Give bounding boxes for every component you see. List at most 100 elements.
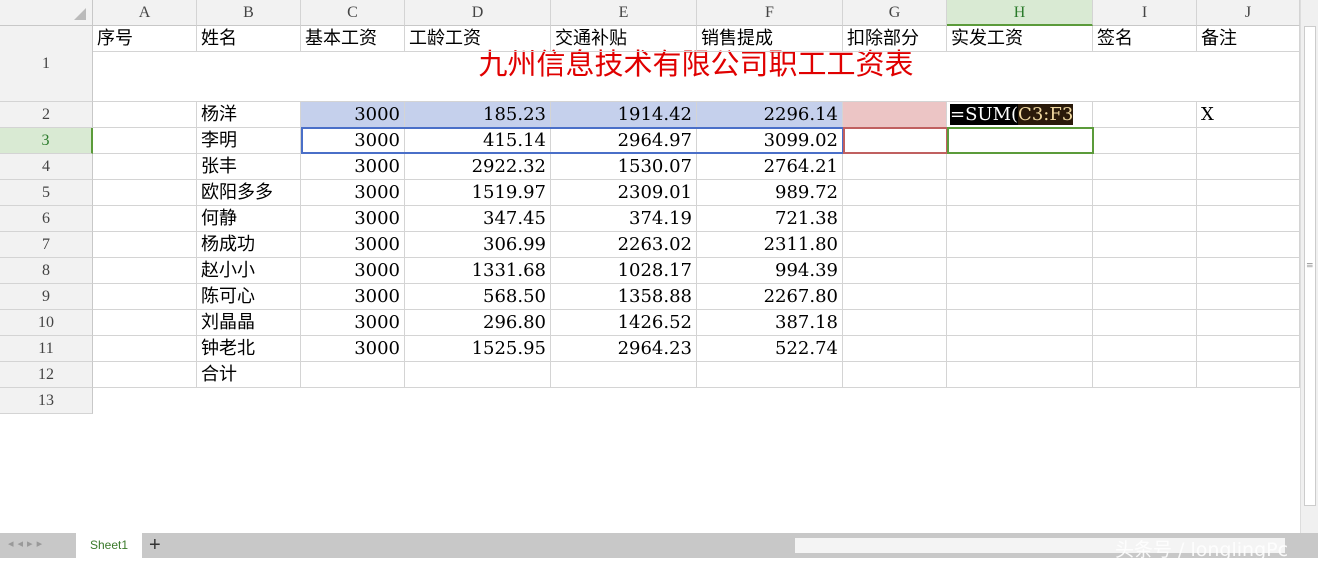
- scroll-thumb[interactable]: ≡: [1304, 26, 1316, 506]
- sheet-nav-arrows-icon[interactable]: ◂◂▸▸: [8, 537, 46, 550]
- column-header-g[interactable]: G: [843, 0, 947, 26]
- cell[interactable]: 1530.07: [551, 154, 697, 180]
- cell[interactable]: [843, 102, 947, 128]
- cell[interactable]: 1914.42: [551, 102, 697, 128]
- cell[interactable]: [1093, 284, 1197, 310]
- header-cell[interactable]: 序号: [93, 26, 197, 52]
- cell[interactable]: [1093, 258, 1197, 284]
- row-header-6[interactable]: 6: [0, 206, 93, 232]
- cell[interactable]: 2964.23: [551, 336, 697, 362]
- column-header-h[interactable]: H: [947, 0, 1093, 26]
- cell[interactable]: [93, 206, 197, 232]
- cell[interactable]: [93, 232, 197, 258]
- column-header-b[interactable]: B: [197, 0, 301, 26]
- header-cell[interactable]: 工龄工资: [405, 26, 551, 52]
- cell[interactable]: [1093, 232, 1197, 258]
- column-header-e[interactable]: E: [551, 0, 697, 26]
- cell[interactable]: 989.72: [697, 180, 843, 206]
- row-header-11[interactable]: 11: [0, 336, 93, 362]
- cell[interactable]: [843, 180, 947, 206]
- row-header-10[interactable]: 10: [0, 310, 93, 336]
- row-header-3[interactable]: 3: [0, 128, 93, 154]
- cell[interactable]: 3000: [301, 154, 405, 180]
- cell[interactable]: [1093, 102, 1197, 128]
- cell[interactable]: [1197, 154, 1300, 180]
- cell[interactable]: 欧阳多多: [197, 180, 301, 206]
- cell[interactable]: 3000: [301, 258, 405, 284]
- cell[interactable]: [93, 102, 197, 128]
- cell[interactable]: [551, 362, 697, 388]
- row-header-4[interactable]: 4: [0, 154, 93, 180]
- cell[interactable]: 2922.32: [405, 154, 551, 180]
- cell[interactable]: 张丰: [197, 154, 301, 180]
- cell[interactable]: 杨成功: [197, 232, 301, 258]
- cell[interactable]: 3000: [301, 336, 405, 362]
- cell[interactable]: 刘晶晶: [197, 310, 301, 336]
- cell[interactable]: [1197, 284, 1300, 310]
- column-header-d[interactable]: D: [405, 0, 551, 26]
- cell[interactable]: [1197, 310, 1300, 336]
- cell[interactable]: [93, 128, 197, 154]
- cell[interactable]: 1519.97: [405, 180, 551, 206]
- cell[interactable]: 杨洋: [197, 102, 301, 128]
- row-header-9[interactable]: 9: [0, 284, 93, 310]
- cell[interactable]: [843, 284, 947, 310]
- total-label[interactable]: 合计: [197, 362, 301, 388]
- cell[interactable]: 3000: [301, 180, 405, 206]
- column-header-a[interactable]: A: [93, 0, 197, 26]
- header-cell[interactable]: 实发工资: [947, 26, 1093, 52]
- cell[interactable]: 3000: [301, 102, 405, 128]
- cell[interactable]: 721.38: [697, 206, 843, 232]
- cell[interactable]: 钟老北: [197, 336, 301, 362]
- cell[interactable]: 522.74: [697, 336, 843, 362]
- cell[interactable]: [843, 310, 947, 336]
- cell[interactable]: 何静: [197, 206, 301, 232]
- cell[interactable]: 赵小小: [197, 258, 301, 284]
- cell[interactable]: 2267.80: [697, 284, 843, 310]
- cell[interactable]: 2263.02: [551, 232, 697, 258]
- cell[interactable]: [843, 206, 947, 232]
- cell[interactable]: 306.99: [405, 232, 551, 258]
- select-all-corner[interactable]: [0, 0, 93, 26]
- cell[interactable]: [1093, 362, 1197, 388]
- cell[interactable]: [301, 362, 405, 388]
- cell[interactable]: 387.18: [697, 310, 843, 336]
- column-header-i[interactable]: I: [1093, 0, 1197, 26]
- vertical-scrollbar[interactable]: ≡: [1300, 0, 1318, 533]
- cell[interactable]: [93, 154, 197, 180]
- cell[interactable]: [93, 310, 197, 336]
- cell[interactable]: [947, 258, 1093, 284]
- cell[interactable]: 3000: [301, 232, 405, 258]
- cell[interactable]: [1093, 336, 1197, 362]
- row-header-13[interactable]: 13: [0, 388, 93, 414]
- cell[interactable]: [947, 310, 1093, 336]
- cell[interactable]: [947, 284, 1093, 310]
- cell[interactable]: [93, 180, 197, 206]
- cell[interactable]: X: [1197, 102, 1300, 128]
- header-cell[interactable]: 扣除部分: [843, 26, 947, 52]
- sheet-tab[interactable]: Sheet1: [76, 533, 142, 558]
- row-header-12[interactable]: 12: [0, 362, 93, 388]
- cell[interactable]: [843, 336, 947, 362]
- cell[interactable]: [843, 154, 947, 180]
- cell[interactable]: [947, 154, 1093, 180]
- cell[interactable]: [843, 362, 947, 388]
- cell[interactable]: [1093, 180, 1197, 206]
- cell[interactable]: [697, 362, 843, 388]
- cell[interactable]: 2311.80: [697, 232, 843, 258]
- cell[interactable]: 2309.01: [551, 180, 697, 206]
- cell[interactable]: [93, 336, 197, 362]
- row-header-2[interactable]: 2: [0, 102, 93, 128]
- cell[interactable]: [1093, 154, 1197, 180]
- cell[interactable]: 1525.95: [405, 336, 551, 362]
- header-cell[interactable]: 签名: [1093, 26, 1197, 52]
- cell[interactable]: 2296.14: [697, 102, 843, 128]
- column-header-c[interactable]: C: [301, 0, 405, 26]
- cell[interactable]: 3000: [301, 206, 405, 232]
- add-sheet-button[interactable]: +: [149, 534, 161, 557]
- cell[interactable]: [843, 258, 947, 284]
- cell[interactable]: [93, 284, 197, 310]
- column-header-f[interactable]: F: [697, 0, 843, 26]
- cell[interactable]: [947, 206, 1093, 232]
- cell[interactable]: [1093, 128, 1197, 154]
